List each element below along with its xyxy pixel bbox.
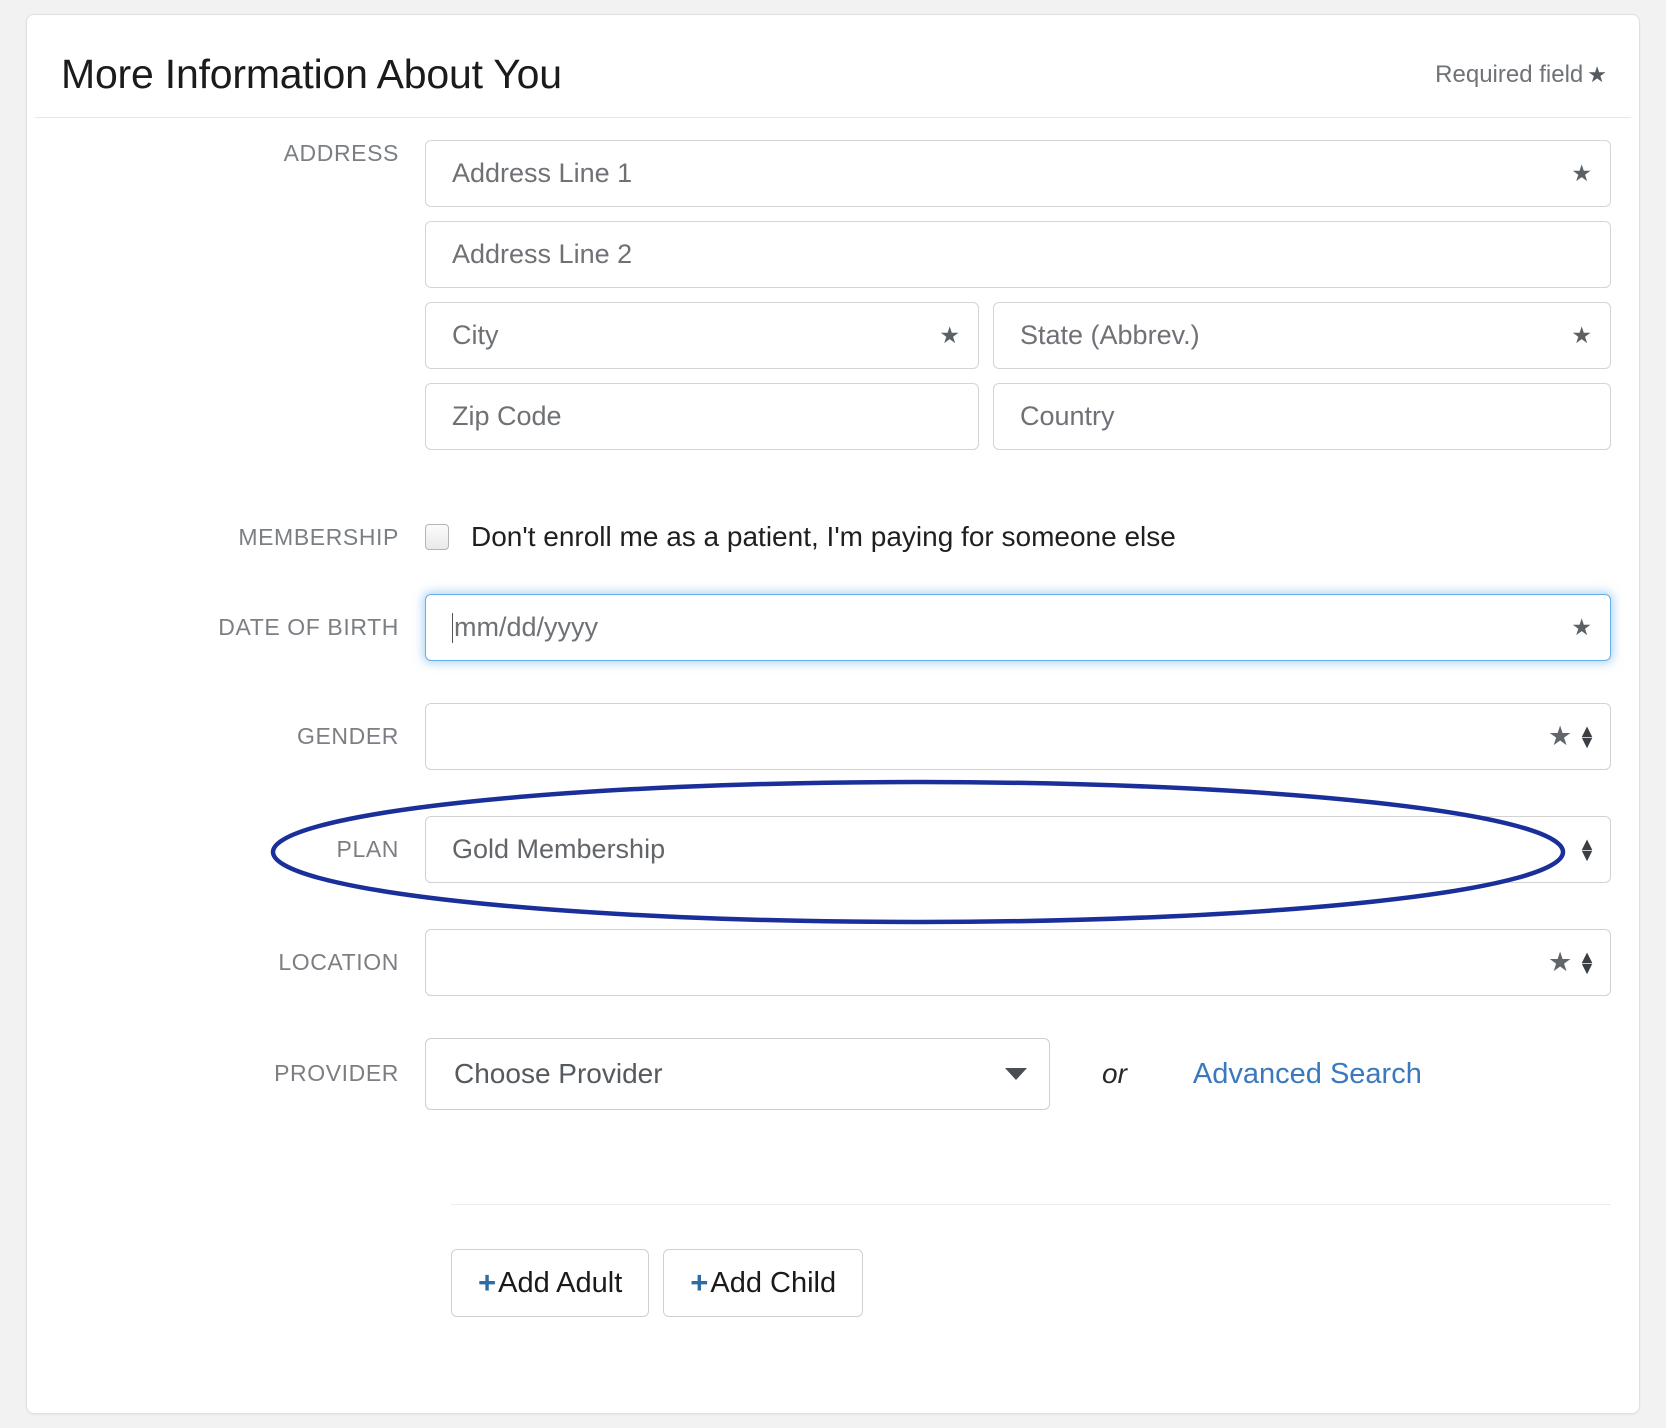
membership-row: MEMBERSHIP Don't enroll me as a patient,… [27, 506, 1639, 568]
membership-checkbox[interactable] [425, 524, 449, 550]
screenshot-root: More Information About You Required fiel… [0, 0, 1666, 1428]
country-placeholder: Country [1020, 401, 1115, 431]
state-placeholder: State (Abbrev.) [1020, 320, 1200, 350]
location-select[interactable]: ★ ▲ ▼ [425, 929, 1611, 996]
more-information-card: More Information About You Required fiel… [26, 14, 1640, 1414]
membership-checkbox-row[interactable]: Don't enroll me as a patient, I'm paying… [425, 506, 1611, 568]
date-of-birth-placeholder: mm/dd/yyyy [452, 612, 1563, 644]
spinner-down-icon: ▼ [1578, 957, 1596, 978]
country-input[interactable]: Country [993, 383, 1611, 450]
gender-spinner-icon[interactable]: ▲ ▼ [1578, 722, 1596, 752]
address-line1-input[interactable]: Address Line 1 ★ [425, 140, 1611, 207]
plan-row: PLAN Gold Membership ▲ ▼ [27, 816, 1639, 883]
plan-select[interactable]: Gold Membership ▲ ▼ [425, 816, 1611, 883]
provider-value: Choose Provider [454, 1058, 663, 1089]
membership-label: MEMBERSHIP [238, 524, 399, 550]
add-child-label: Add Child [710, 1266, 837, 1299]
date-of-birth-placeholder-text: mm/dd/yyyy [454, 611, 599, 642]
city-state-pair: City ★ State (Abbrev.) ★ [425, 302, 1611, 383]
location-fields: ★ ▲ ▼ [425, 929, 1639, 996]
plus-icon: + [690, 1265, 709, 1300]
provider-fields: Choose Provider or Advanced Search [425, 1038, 1639, 1110]
page-title: More Information About You [61, 51, 562, 97]
required-field-label: Required field [1435, 61, 1584, 88]
date-of-birth-fields: mm/dd/yyyy ★ [425, 594, 1639, 675]
gender-label: GENDER [296, 723, 399, 749]
membership-checkbox-label: Don't enroll me as a patient, I'm paying… [471, 521, 1176, 552]
plus-icon: + [478, 1265, 497, 1300]
provider-dropdown[interactable]: Choose Provider [425, 1038, 1050, 1110]
provider-controls: Choose Provider or Advanced Search [425, 1038, 1611, 1110]
gender-select[interactable]: ★ ▲ ▼ [425, 703, 1611, 770]
plan-label: PLAN [336, 836, 399, 862]
plan-spinner-icon[interactable]: ▲ ▼ [1578, 835, 1596, 865]
required-star-icon: ★ [1587, 62, 1607, 87]
address-line2-placeholder: Address Line 2 [452, 239, 633, 269]
gender-required-star-icon: ★ [1547, 721, 1573, 751]
spinner-down-icon: ▼ [1578, 844, 1596, 865]
location-spinner-icon[interactable]: ▲ ▼ [1578, 948, 1596, 978]
provider-row: PROVIDER Choose Provider or Advanced Sea… [27, 1038, 1639, 1110]
card-header: More Information About You Required fiel… [35, 15, 1631, 118]
location-row: LOCATION ★ ▲ ▼ [27, 929, 1639, 996]
address-row: ADDRESS Address Line 1 ★ Address Line 2 … [27, 140, 1639, 464]
actions-divider [451, 1204, 1611, 1205]
date-of-birth-label: DATE OF BIRTH [218, 614, 399, 640]
location-label: LOCATION [278, 949, 399, 975]
address-line1-placeholder: Address Line 1 [452, 158, 633, 188]
plan-value: Gold Membership [452, 834, 666, 864]
add-adult-button[interactable]: + Add Adult [451, 1249, 650, 1317]
required-field-note: Required field ★ [1435, 61, 1607, 89]
city-placeholder: City [452, 320, 499, 350]
address-label: ADDRESS [283, 140, 399, 166]
zip-code-input[interactable]: Zip Code [425, 383, 979, 450]
membership-fields: Don't enroll me as a patient, I'm paying… [425, 506, 1639, 568]
date-of-birth-row: DATE OF BIRTH mm/dd/yyyy ★ [27, 594, 1639, 675]
zip-code-placeholder: Zip Code [452, 401, 562, 431]
advanced-search-link[interactable]: Advanced Search [1193, 1058, 1422, 1091]
city-required-star-icon: ★ [939, 322, 960, 348]
chevron-down-icon [1005, 1068, 1027, 1080]
add-child-button[interactable]: + Add Child [663, 1249, 864, 1317]
add-adult-label: Add Adult [498, 1266, 623, 1299]
action-buttons: + Add Adult + Add Child [27, 1249, 1639, 1317]
state-input[interactable]: State (Abbrev.) ★ [993, 302, 1611, 369]
form-body: ADDRESS Address Line 1 ★ Address Line 2 … [27, 118, 1639, 1317]
plan-fields: Gold Membership ▲ ▼ [425, 816, 1639, 883]
text-cursor [452, 613, 453, 644]
gender-row: GENDER ★ ▲ ▼ [27, 703, 1639, 770]
address-fields: Address Line 1 ★ Address Line 2 City ★ S… [425, 140, 1639, 464]
spinner-down-icon: ▼ [1578, 731, 1596, 752]
provider-or-text: or [1102, 1058, 1127, 1089]
zip-country-pair: Zip Code Country [425, 383, 1611, 464]
state-required-star-icon: ★ [1571, 322, 1592, 348]
location-required-star-icon: ★ [1547, 947, 1573, 977]
provider-label: PROVIDER [274, 1060, 399, 1086]
address-line1-required-star-icon: ★ [1571, 160, 1592, 186]
date-of-birth-input[interactable]: mm/dd/yyyy ★ [425, 594, 1611, 661]
address-line2-input[interactable]: Address Line 2 [425, 221, 1611, 288]
city-input[interactable]: City ★ [425, 302, 979, 369]
date-of-birth-required-star-icon: ★ [1571, 614, 1592, 640]
gender-fields: ★ ▲ ▼ [425, 703, 1639, 770]
